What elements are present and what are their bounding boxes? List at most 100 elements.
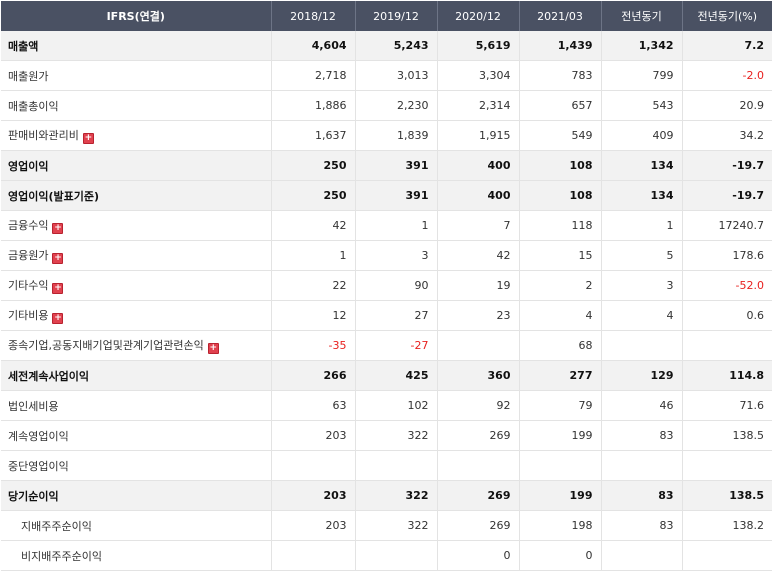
value-cell: 799 bbox=[601, 60, 683, 91]
value-cell: 22 bbox=[271, 270, 356, 301]
row-label-cell: 세전계속사업이익 bbox=[1, 360, 272, 391]
table-row: 계속영업이익 203 322 269 199 83 138.5 bbox=[1, 420, 772, 451]
value-cell bbox=[355, 450, 438, 481]
header-2021-03: 2021/03 bbox=[519, 1, 602, 31]
header-prev-year-pct: 전년동기(%) bbox=[682, 1, 772, 31]
expand-plus-icon[interactable]: + bbox=[82, 133, 94, 144]
value-cell: 4 bbox=[601, 300, 683, 331]
row-label-cell: 금융수익 + bbox=[1, 210, 272, 241]
table-row: 금융원가 +1 3 42 15 5 178.6 bbox=[1, 240, 772, 271]
row-label: 매출원가 bbox=[8, 69, 49, 83]
row-label: 금융원가 bbox=[8, 249, 49, 262]
header-ifrs: IFRS(연결) bbox=[1, 1, 272, 31]
value-cell: -19.7 bbox=[682, 150, 772, 181]
row-label-cell: 영업이익 bbox=[1, 150, 272, 181]
value-cell: 322 bbox=[355, 420, 438, 451]
value-cell: 1,342 bbox=[601, 31, 683, 61]
value-cell bbox=[682, 450, 772, 481]
value-cell: 1 bbox=[271, 240, 356, 271]
value-cell: 19 bbox=[437, 270, 520, 301]
value-cell bbox=[271, 450, 356, 481]
value-cell bbox=[601, 330, 683, 361]
value-cell: 250 bbox=[271, 150, 356, 181]
header-2019-12: 2019/12 bbox=[355, 1, 438, 31]
value-cell: 118 bbox=[519, 210, 602, 241]
row-label-cell: 매출액 bbox=[1, 31, 272, 61]
value-cell: 1 bbox=[601, 210, 683, 241]
value-cell: 1,637 bbox=[271, 120, 356, 151]
value-cell: 92 bbox=[437, 390, 520, 421]
value-cell bbox=[682, 540, 772, 571]
value-cell: -35 bbox=[271, 330, 356, 361]
value-cell: 129 bbox=[601, 360, 683, 391]
value-cell: -19.7 bbox=[682, 180, 772, 211]
value-cell: 102 bbox=[355, 390, 438, 421]
table-body: 매출액 4,604 5,243 5,619 1,439 1,342 7.2 매출원가 2,718… bbox=[1, 31, 772, 571]
value-cell: 203 bbox=[271, 420, 356, 451]
value-cell bbox=[355, 540, 438, 571]
value-cell: 5,619 bbox=[437, 31, 520, 61]
value-cell: 1,886 bbox=[271, 90, 356, 121]
value-cell: 4 bbox=[519, 300, 602, 331]
value-cell: 391 bbox=[355, 180, 438, 211]
row-label: 중단영업이익 bbox=[8, 459, 69, 473]
table-row: 세전계속사업이익 266 425 360 277 129 114.8 bbox=[1, 360, 772, 391]
value-cell bbox=[601, 450, 683, 481]
value-cell: 3,013 bbox=[355, 60, 438, 91]
value-cell: 134 bbox=[601, 180, 683, 211]
expand-plus-icon[interactable]: + bbox=[207, 343, 219, 354]
table-row: 매출총이익 1,886 2,230 2,314 657 543 20.9 bbox=[1, 90, 772, 121]
expand-plus-icon[interactable]: + bbox=[52, 253, 64, 264]
value-cell: 269 bbox=[437, 420, 520, 451]
value-cell: 0 bbox=[519, 540, 602, 571]
value-cell: 42 bbox=[437, 240, 520, 271]
expand-plus-icon[interactable]: + bbox=[52, 313, 64, 324]
value-cell: 2 bbox=[519, 270, 602, 301]
value-cell: 203 bbox=[271, 510, 356, 541]
table-row: 종속기업,공동지배기업및관계기업관련손익 + -35 -27 68 bbox=[1, 330, 772, 361]
value-cell: 199 bbox=[519, 480, 602, 511]
row-label: 기타수익 bbox=[8, 279, 49, 292]
row-label: 판매비와관리비 bbox=[8, 129, 79, 142]
value-cell: 2,718 bbox=[271, 60, 356, 91]
value-cell: 360 bbox=[437, 360, 520, 391]
value-cell bbox=[601, 540, 683, 571]
value-cell: 1,439 bbox=[519, 31, 602, 61]
value-cell: 42 bbox=[271, 210, 356, 241]
header-row: IFRS(연결) 2018/12 2019/12 2020/12 2021/03… bbox=[1, 1, 772, 31]
value-cell: -52.0 bbox=[682, 270, 772, 301]
value-cell: 3 bbox=[601, 270, 683, 301]
value-cell: 138.2 bbox=[682, 510, 772, 541]
value-cell: 134 bbox=[601, 150, 683, 181]
row-label-cell: 당기순이익 bbox=[1, 480, 272, 511]
row-label-cell: 매출원가 bbox=[1, 60, 272, 91]
value-cell: 71.6 bbox=[682, 390, 772, 421]
row-label-cell: 종속기업,공동지배기업및관계기업관련손익 + bbox=[1, 330, 272, 361]
table-row: 당기순이익 203 322 269 199 83 138.5 bbox=[1, 480, 772, 511]
row-label-cell: 계속영업이익 bbox=[1, 420, 272, 451]
value-cell: 425 bbox=[355, 360, 438, 391]
row-label: 지배주주순이익 bbox=[21, 519, 92, 533]
value-cell: 269 bbox=[437, 510, 520, 541]
value-cell: 138.5 bbox=[682, 420, 772, 451]
row-label: 영업이익 bbox=[8, 159, 49, 173]
income-statement-table: IFRS(연결) 2018/12 2019/12 2020/12 2021/03… bbox=[1, 1, 772, 571]
value-cell: 46 bbox=[601, 390, 683, 421]
value-cell: 34.2 bbox=[682, 120, 772, 151]
row-label-cell: 영업이익(발표기준) bbox=[1, 180, 272, 211]
row-label: 계속영업이익 bbox=[8, 429, 69, 443]
value-cell bbox=[437, 330, 520, 361]
value-cell: 250 bbox=[271, 180, 356, 211]
value-cell: 322 bbox=[355, 480, 438, 511]
expand-plus-icon[interactable]: + bbox=[52, 283, 64, 294]
value-cell: 114.8 bbox=[682, 360, 772, 391]
value-cell: 3,304 bbox=[437, 60, 520, 91]
value-cell: 783 bbox=[519, 60, 602, 91]
table-row: 비지배주주순이익 0 0 bbox=[1, 540, 772, 571]
header-prev-year-period: 전년동기 bbox=[601, 1, 683, 31]
expand-plus-icon[interactable]: + bbox=[52, 223, 64, 234]
row-label-cell: 판매비와관리비 + bbox=[1, 120, 272, 151]
value-cell: 199 bbox=[519, 420, 602, 451]
value-cell: 108 bbox=[519, 180, 602, 211]
value-cell: 83 bbox=[601, 420, 683, 451]
